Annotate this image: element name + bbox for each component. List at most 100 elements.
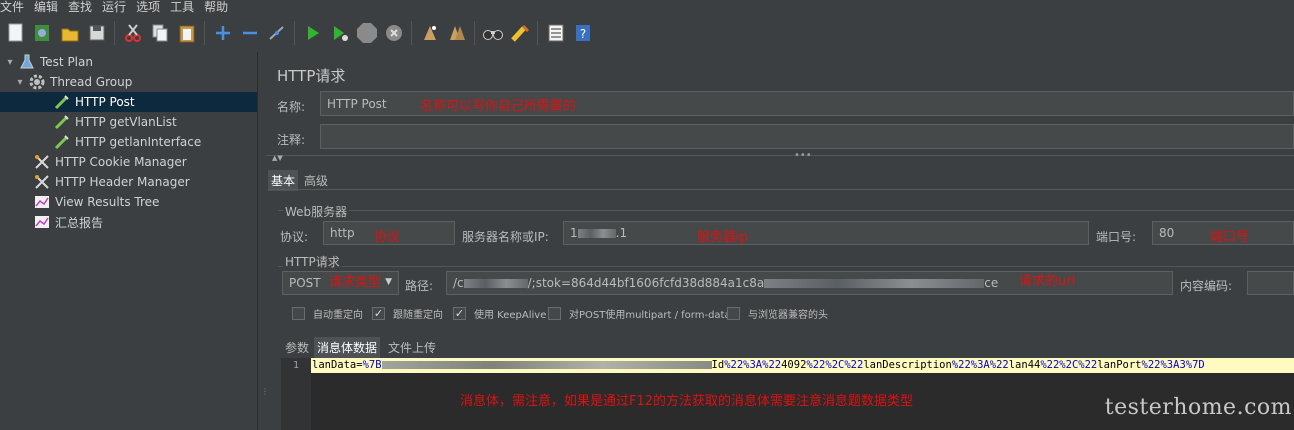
checkbox-label: 使用 KeepAlive	[474, 310, 547, 321]
name-field-value: HTTP Post	[327, 96, 387, 111]
paste-icon[interactable]	[175, 21, 199, 45]
chevron-down-icon[interactable]: ▾	[5, 57, 15, 68]
tree-item-label: 汇总报告	[55, 215, 104, 230]
menu-tools[interactable]: 工具	[170, 0, 200, 14]
code-text: lanPort	[1097, 359, 1142, 371]
checkbox-auto-redirect[interactable]: 自动重定向	[292, 306, 363, 321]
checkbox-box[interactable]	[727, 307, 740, 320]
checkbox-box[interactable]: ✓	[453, 307, 466, 320]
tab-file-upload[interactable]: 文件上传	[385, 337, 439, 358]
tree-item-test-plan[interactable]: ▾ Test Plan	[0, 52, 257, 72]
method-value: POST	[289, 276, 321, 290]
checkbox-box[interactable]	[548, 307, 561, 320]
tree-item-cookie-manager[interactable]: HTTP Cookie Manager	[0, 152, 257, 172]
reset-search-icon[interactable]	[508, 21, 532, 45]
tab-body-data[interactable]: 消息体数据	[314, 337, 381, 358]
chevron-down-icon: ▼	[385, 277, 392, 287]
collapse-icon[interactable]	[238, 21, 262, 45]
checkbox-keepalive[interactable]: ✓ 使用 KeepAlive	[453, 306, 546, 321]
test-plan-tree: ▾ Test Plan ▾ Thread Group HTTP Post HTT…	[0, 52, 257, 430]
port-label: 端口号:	[1096, 230, 1137, 244]
menu-help[interactable]: 帮助	[204, 0, 234, 14]
help-icon[interactable]: ?	[571, 21, 595, 45]
tree-item-label: HTTP getVlanList	[75, 115, 177, 129]
templates-icon[interactable]	[31, 21, 55, 45]
expand-icon[interactable]	[211, 21, 235, 45]
save-icon[interactable]	[85, 21, 109, 45]
stop-icon[interactable]	[355, 21, 379, 45]
wrench-icon	[34, 174, 50, 190]
checkbox-label: 跟随重定向	[393, 310, 443, 321]
tree-item-http-getlaninterface[interactable]: HTTP getlanInterface	[0, 132, 257, 152]
tab-divider	[268, 189, 1294, 190]
collapse-arrows-icon[interactable]: ▲▼	[272, 154, 283, 162]
pipette-icon	[54, 94, 70, 110]
code-text: lanDescription	[863, 359, 952, 371]
clear-icon[interactable]	[418, 21, 442, 45]
panel-splitter[interactable]: ⋮	[257, 52, 269, 430]
open-icon[interactable]	[58, 21, 82, 45]
code-encoded: %22%3A%22	[951, 359, 1009, 371]
encoding-field[interactable]	[1247, 271, 1294, 295]
line-number: 1	[292, 360, 300, 371]
checkbox-label: 与浏览器兼容的头	[748, 310, 828, 321]
clear-all-icon[interactable]	[445, 21, 469, 45]
http-request-group-border	[278, 266, 1294, 267]
line-number-gutter: 1	[281, 358, 311, 430]
function-helper-icon[interactable]	[544, 21, 568, 45]
menu-file[interactable]: 文件	[0, 0, 30, 14]
checkbox-box[interactable]	[292, 307, 305, 320]
toggle-icon[interactable]	[265, 21, 289, 45]
name-annotation: 名称可以写你自己所需要的	[420, 99, 577, 114]
tree-item-summary-report[interactable]: 汇总报告	[0, 212, 257, 232]
start-icon[interactable]	[301, 21, 325, 45]
drag-handle-icon[interactable]: •••	[794, 150, 812, 161]
collapse-divider[interactable]: ▲▼ •••	[266, 150, 1294, 165]
tab-basic[interactable]: 基本	[268, 170, 299, 191]
path-value-mid: /;stok=864d44bf1606fcfd38d884a1c8a	[527, 276, 765, 290]
wrench-icon	[34, 154, 50, 170]
svg-text:?: ?	[579, 27, 585, 41]
tree-item-http-post[interactable]: HTTP Post	[0, 92, 257, 112]
port-value: 80	[1159, 226, 1175, 240]
redaction-blur	[463, 278, 528, 288]
pipette-icon	[54, 134, 70, 150]
http-request-panel: HTTP请求 名称: HTTP Post 名称可以写你自己所需要的 注释: ▲▼…	[266, 52, 1294, 430]
start-no-pauses-icon[interactable]	[328, 21, 352, 45]
checkbox-multipart[interactable]: 对POST使用multipart / form-data	[548, 306, 731, 321]
tree-item-view-results-tree[interactable]: View Results Tree	[0, 192, 257, 212]
editor-line[interactable]: lanData=%7B Id%22%3A%224092%22%2C%22lanDe…	[311, 358, 1294, 373]
new-icon[interactable]	[4, 21, 28, 45]
tree-item-label: HTTP Cookie Manager	[55, 155, 187, 169]
checkbox-browser-compatible[interactable]: 与浏览器兼容的头	[727, 306, 828, 321]
body-annotation: 消息体，需注意，如果是通过F12的方法获取的消息体需要注意消息题数据类型	[460, 394, 914, 409]
tree-item-http-getvlanlist[interactable]: HTTP getVlanList	[0, 112, 257, 132]
menu-run[interactable]: 运行	[102, 0, 132, 14]
tree-item-header-manager[interactable]: HTTP Header Manager	[0, 172, 257, 192]
port-annotation: 端口号	[1210, 230, 1250, 245]
copy-icon[interactable]	[148, 21, 172, 45]
server-field[interactable]: 1 .1	[563, 221, 1089, 245]
web-server-group-border	[278, 210, 1294, 211]
tab-parameters[interactable]: 参数	[282, 337, 312, 358]
menu-edit[interactable]: 编辑	[34, 0, 64, 14]
code-text: lan44	[1008, 359, 1041, 371]
search-icon[interactable]	[481, 21, 505, 45]
code-encoded: %22%2C%22	[1040, 359, 1098, 371]
comment-field[interactable]	[320, 124, 1294, 149]
watermark: testerhome.com	[1104, 395, 1292, 420]
tree-item-label: Thread Group	[50, 75, 133, 89]
menu-options[interactable]: 选项	[136, 0, 166, 14]
path-value-prefix: /c	[453, 276, 464, 290]
web-server-title: Web服务器	[283, 203, 350, 220]
tree-item-thread-group[interactable]: ▾ Thread Group	[0, 72, 257, 92]
cut-icon[interactable]	[121, 21, 145, 45]
shutdown-icon[interactable]	[382, 21, 406, 45]
protocol-label: 协议:	[280, 230, 309, 244]
chevron-down-icon[interactable]: ▾	[15, 77, 25, 88]
checkbox-follow-redirects[interactable]: ✓ 跟随重定向	[372, 306, 443, 321]
tab-advanced[interactable]: 高级	[301, 170, 331, 191]
path-annotation: 请求的url	[1019, 274, 1076, 289]
checkbox-box[interactable]: ✓	[372, 307, 385, 320]
menu-search[interactable]: 查找	[68, 0, 98, 14]
